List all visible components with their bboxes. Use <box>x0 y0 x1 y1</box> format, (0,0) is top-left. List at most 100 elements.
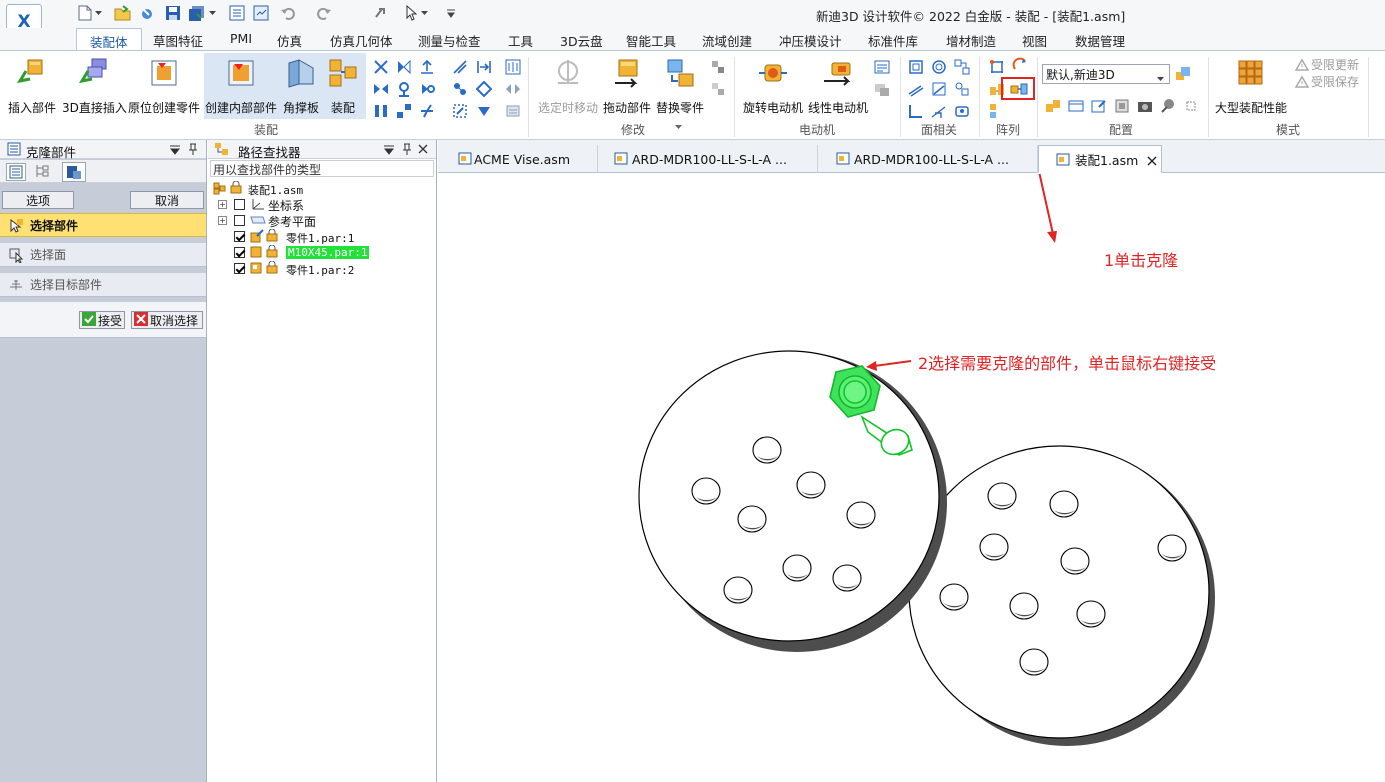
save-dropdown-icon[interactable] <box>208 4 218 22</box>
undo-icon[interactable] <box>280 4 298 22</box>
clone-part-icon[interactable] <box>1010 81 1028 97</box>
face-diagonal-icon[interactable] <box>908 81 924 97</box>
pathfinder-menu-icon[interactable] <box>383 144 395 158</box>
motor-properties-icon[interactable] <box>874 81 890 97</box>
config-manager-icon[interactable] <box>1175 66 1191 82</box>
graphics-window[interactable]: 1单击克隆 2选择需要克隆的部件，单击鼠标右键接受 <box>438 174 1385 782</box>
simulate-motor-icon[interactable] <box>874 59 890 75</box>
cam-icon[interactable] <box>419 103 435 119</box>
tab-smart-tools[interactable]: 智能工具 <box>626 31 676 50</box>
face-circle-icon[interactable] <box>931 59 947 75</box>
create-internal-part-button[interactable]: 创建内部部件 <box>205 55 277 116</box>
checkbox-coordinate[interactable] <box>234 199 245 210</box>
linear-motor-button[interactable]: 线性电动机 <box>808 55 868 116</box>
reposition-icon[interactable] <box>710 59 726 75</box>
tab-sketch-features[interactable]: 草图特征 <box>153 31 203 50</box>
expand-icon[interactable]: + <box>218 200 227 209</box>
rotary-motor-button[interactable]: 旋转电动机 <box>743 55 803 116</box>
redo-icon[interactable] <box>314 4 332 22</box>
direct-insert-3d-button[interactable]: 3D直接插入 <box>62 55 127 116</box>
new-file-icon[interactable] <box>76 4 94 22</box>
face-angle-icon[interactable] <box>931 103 947 119</box>
tab-data-management[interactable]: 数据管理 <box>1075 31 1125 50</box>
checkbox-part2[interactable] <box>234 263 245 274</box>
replace-part-button[interactable]: 替换零件 <box>656 55 704 116</box>
capture-fit-icon[interactable] <box>505 59 521 75</box>
face-wire-icon[interactable] <box>954 81 970 97</box>
modify-dropdown-icon[interactable] <box>675 119 683 129</box>
gusset-button[interactable]: 角撑板 <box>283 55 319 116</box>
explode-icon[interactable] <box>1160 98 1176 114</box>
drag-part-button[interactable]: 拖动部件 <box>603 55 651 116</box>
tab-standard-parts[interactable]: 标准件库 <box>868 31 918 50</box>
doc-tab-acme-vise[interactable]: ACME Vise.asm <box>438 145 598 173</box>
relations-assistant-icon[interactable] <box>505 81 521 97</box>
new-dropdown-icon[interactable] <box>94 4 104 22</box>
customize-qat-icon[interactable] <box>442 4 460 22</box>
tab-tree-icon[interactable] <box>34 163 52 182</box>
tab-measure-inspect[interactable]: 测量与检查 <box>418 31 481 50</box>
insert-part-button[interactable]: 插入部件 <box>8 55 56 116</box>
pin-icon[interactable] <box>188 143 198 158</box>
tree-item-part2[interactable]: 零件1.par:2 <box>286 262 354 278</box>
tree-item-reference-plane[interactable]: 参考平面 <box>268 213 316 230</box>
repeat-icon[interactable] <box>372 4 390 22</box>
manager-icon[interactable] <box>252 4 270 22</box>
save-icon[interactable] <box>164 4 182 22</box>
match-coordinate-icon[interactable] <box>452 81 468 97</box>
tab-parts-icon[interactable] <box>62 162 86 182</box>
connect-icon[interactable] <box>419 81 435 97</box>
checkbox-part1[interactable] <box>234 231 245 242</box>
config-checkbox-icon[interactable] <box>1186 100 1196 111</box>
face-corner-icon[interactable] <box>908 103 924 119</box>
properties-icon[interactable] <box>228 4 246 22</box>
close-tab-icon[interactable] <box>1147 154 1157 169</box>
relations-manager-icon[interactable] <box>505 103 521 119</box>
tree-item-coordinate[interactable]: 坐标系 <box>268 197 304 214</box>
checkbox-bolt[interactable] <box>234 247 245 258</box>
config-icon-4[interactable] <box>1114 98 1130 114</box>
part-disk-1[interactable] <box>638 350 947 652</box>
doc-tab-ard-1[interactable]: ARD-MDR100-LL-S-L-A ... <box>598 145 818 173</box>
step-select-face[interactable]: 选择面 <box>0 243 206 267</box>
limited-update-button[interactable]: 受限更新 <box>1294 56 1359 73</box>
config-icon-2[interactable] <box>1068 98 1084 114</box>
tab-flow-domain[interactable]: 流域创建 <box>702 31 752 50</box>
pointer-dropdown-icon[interactable] <box>420 4 430 22</box>
tree-item-bolt-selected[interactable]: M10X45.par:1 <box>286 246 370 259</box>
cancel-button[interactable]: 取消 <box>130 191 204 209</box>
cloud-icon[interactable] <box>138 4 156 22</box>
axial-align-icon[interactable] <box>396 81 412 97</box>
tab-3d-cloud[interactable]: 3D云盘 <box>560 31 603 50</box>
assemble-button[interactable]: 装配 <box>327 55 359 116</box>
expand-icon[interactable]: + <box>218 216 227 225</box>
pointer-icon[interactable] <box>402 4 420 22</box>
camera-icon[interactable] <box>1137 98 1153 114</box>
pathfinder-pin-icon[interactable] <box>402 143 412 158</box>
doc-tab-ard-2[interactable]: ARD-MDR100-LL-S-L-A ... <box>818 145 1038 173</box>
path-relation-icon[interactable] <box>476 103 492 119</box>
tab-tools[interactable]: 工具 <box>508 31 533 50</box>
insert-relation-icon[interactable] <box>419 59 435 75</box>
tangent-icon[interactable] <box>396 103 412 119</box>
tree-item-part1[interactable]: 零件1.par:1 <box>286 230 354 246</box>
face-slope-icon[interactable] <box>931 81 947 97</box>
close-icon[interactable] <box>418 143 428 157</box>
large-assembly-button[interactable]: 大型装配性能 <box>1215 55 1287 116</box>
step-select-target[interactable]: 选择目标部件 <box>0 273 206 297</box>
pattern-more-icon[interactable] <box>989 103 1005 119</box>
angle-relation-icon[interactable] <box>373 103 389 119</box>
tab-properties-icon[interactable] <box>6 163 26 181</box>
config-icon-3[interactable] <box>1091 98 1107 114</box>
align-face-icon[interactable] <box>396 59 412 75</box>
cancel-select-button[interactable]: 取消选择 <box>131 311 203 329</box>
panel-menu-icon[interactable] <box>169 144 181 158</box>
tab-view[interactable]: 视图 <box>1022 31 1047 50</box>
mirror-icon[interactable] <box>1012 57 1028 73</box>
tab-pmi[interactable]: PMI <box>230 31 252 46</box>
move-selected-button[interactable]: 选定时移动 <box>538 55 598 116</box>
face-shell-icon[interactable] <box>954 103 970 119</box>
rigid-set-icon[interactable] <box>452 103 468 119</box>
parallel-icon[interactable] <box>452 59 468 75</box>
planar-align-icon[interactable] <box>373 81 389 97</box>
